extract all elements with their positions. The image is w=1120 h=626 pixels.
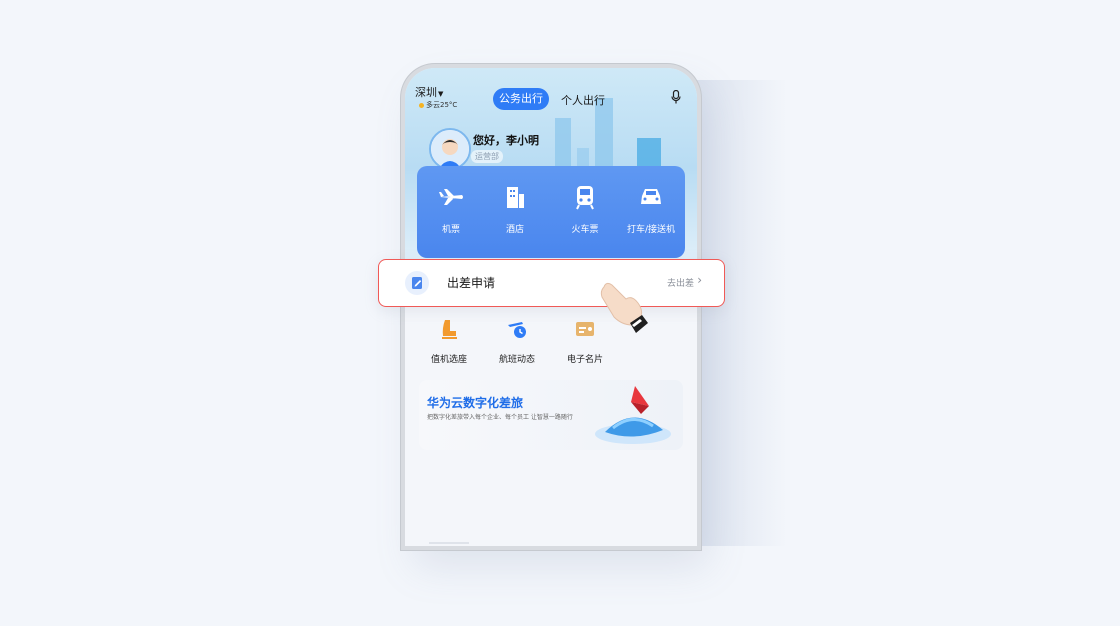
quick-label: 值机选座 bbox=[430, 355, 467, 365]
banner-subtitle: 把数字化差旅带入每个企业、每个员工 让智慧一路随行 bbox=[427, 414, 573, 421]
department-badge: 运营部 bbox=[471, 150, 503, 163]
phone-shadow bbox=[697, 80, 787, 546]
scroll-indicator bbox=[429, 542, 469, 544]
chevron-right-icon: › bbox=[697, 273, 702, 287]
service-label: 打车/接送机 bbox=[626, 225, 676, 235]
microphone-icon[interactable] bbox=[671, 90, 681, 104]
service-label: 酒店 bbox=[505, 225, 524, 235]
service-train[interactable]: 火车票 bbox=[555, 184, 615, 235]
quick-label: 电子名片 bbox=[566, 355, 603, 365]
hotel-icon bbox=[507, 187, 524, 208]
quick-checkin-seat[interactable]: 值机选座 bbox=[419, 318, 479, 365]
travel-request-entry[interactable]: 出差申请 去出差 › bbox=[378, 259, 725, 307]
car-icon bbox=[641, 189, 661, 204]
weather-info: 多云25°C bbox=[419, 100, 457, 110]
avatar[interactable] bbox=[429, 128, 471, 170]
city-selector[interactable]: 深圳▼ bbox=[415, 84, 443, 100]
service-label: 机票 bbox=[441, 225, 460, 235]
chevron-down-icon: ▼ bbox=[438, 90, 444, 98]
banner-illustration bbox=[595, 386, 671, 444]
banner-title: 华为云数字化差旅 bbox=[427, 396, 524, 410]
service-taxi[interactable]: 打车/接送机 bbox=[621, 184, 681, 235]
pointing-hand-icon bbox=[600, 282, 648, 333]
city-label: 深圳 bbox=[415, 86, 437, 99]
phone-frame: 深圳▼ 多云25°C 公务出行 个人出行 您好，李小明 运营部 机票 酒店 火车… bbox=[405, 68, 697, 546]
service-label: 火车票 bbox=[571, 225, 599, 235]
service-flight[interactable]: 机票 bbox=[421, 184, 481, 235]
flight-status-icon bbox=[508, 322, 526, 338]
tab-personal-travel[interactable]: 个人出行 bbox=[561, 92, 605, 108]
train-icon bbox=[576, 186, 594, 210]
service-card: 机票 酒店 火车票 打车/接送机 bbox=[417, 166, 685, 258]
go-travel-link[interactable]: 去出差 bbox=[667, 276, 694, 289]
seat-icon bbox=[442, 320, 457, 339]
weather-label: 多云25°C bbox=[426, 101, 458, 109]
greeting-text: 您好，李小明 bbox=[473, 134, 539, 147]
tab-business-travel[interactable]: 公务出行 bbox=[493, 88, 549, 110]
plane-icon bbox=[439, 189, 463, 205]
business-card-icon bbox=[576, 322, 594, 336]
sun-icon bbox=[419, 102, 424, 108]
service-hotel[interactable]: 酒店 bbox=[485, 184, 545, 235]
quick-flight-status[interactable]: 航班动态 bbox=[487, 318, 547, 365]
travel-request-title: 出差申请 bbox=[447, 276, 496, 290]
edit-document-icon bbox=[405, 271, 429, 295]
quick-label: 航班动态 bbox=[498, 355, 535, 365]
